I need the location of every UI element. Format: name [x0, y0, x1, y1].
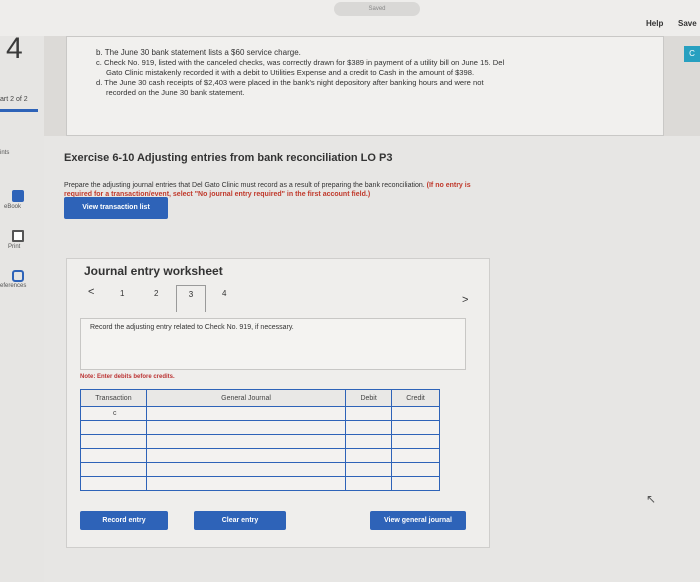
- view-transaction-list-button[interactable]: View transaction list: [64, 197, 168, 219]
- prev-page-button[interactable]: <: [88, 286, 94, 298]
- table-row: [80, 462, 440, 477]
- debit-cell[interactable]: [345, 448, 393, 463]
- scenario-item-c-cont: Gato Clinic mistakenly recorded it with …: [106, 68, 475, 77]
- question-number: 4: [6, 32, 23, 65]
- instruction-line-1: Prepare the adjusting journal entries th…: [64, 182, 471, 189]
- credit-cell[interactable]: [391, 462, 440, 477]
- credit-cell[interactable]: [391, 434, 440, 449]
- journal-table: Transaction General Journal Debit Credit…: [80, 389, 440, 491]
- record-instruction: Record the adjusting entry related to Ch…: [90, 324, 294, 331]
- table-row: c: [80, 406, 440, 421]
- help-link[interactable]: Help: [646, 19, 663, 28]
- account-cell[interactable]: [145, 434, 347, 449]
- table-row: [80, 448, 440, 463]
- top-bar: Saved Help Save: [0, 0, 700, 36]
- debit-credit-note: Note: Enter debits before credits.: [80, 374, 175, 380]
- debit-cell[interactable]: [345, 420, 393, 435]
- record-entry-button[interactable]: Record entry: [80, 511, 168, 530]
- header-general-journal: General Journal: [145, 389, 347, 407]
- mouse-cursor-icon: ↖: [646, 492, 657, 506]
- credit-cell[interactable]: [391, 406, 440, 421]
- book-icon[interactable]: [12, 190, 24, 202]
- table-row: [80, 476, 440, 491]
- transaction-cell[interactable]: [80, 476, 147, 491]
- table-row: [80, 420, 440, 435]
- transaction-cell[interactable]: [80, 434, 147, 449]
- account-cell[interactable]: [145, 406, 347, 421]
- transaction-cell[interactable]: [80, 448, 147, 463]
- page-2[interactable]: 2: [154, 289, 158, 298]
- scenario-item-d: d. The June 30 cash receipts of $2,403 w…: [96, 78, 484, 87]
- debit-cell[interactable]: [345, 434, 393, 449]
- account-cell[interactable]: [145, 448, 347, 463]
- ebook-label[interactable]: eBook: [4, 204, 21, 210]
- scenario-item-d-cont: recorded on the June 30 bank statement.: [106, 88, 245, 97]
- debit-cell[interactable]: [345, 406, 393, 421]
- header-credit: Credit: [391, 389, 440, 407]
- part-indicator[interactable]: art 2 of 2: [0, 96, 40, 103]
- header-transaction: Transaction: [80, 389, 147, 407]
- page-3-active[interactable]: 3: [176, 285, 206, 312]
- instruction-red-1: (If no entry is: [426, 182, 471, 189]
- scenario-item-b: b. The June 30 bank statement lists a $6…: [96, 48, 301, 57]
- references-label[interactable]: eferences: [0, 283, 26, 289]
- right-panel-tab-icon[interactable]: C: [684, 46, 700, 62]
- credit-cell[interactable]: [391, 476, 440, 491]
- header-debit: Debit: [345, 389, 393, 407]
- page-1[interactable]: 1: [120, 289, 124, 298]
- save-link[interactable]: Save: [678, 19, 697, 28]
- credit-cell[interactable]: [391, 448, 440, 463]
- debit-cell[interactable]: [345, 462, 393, 477]
- instruction-text: Prepare the adjusting journal entries th…: [64, 182, 425, 189]
- transaction-cell[interactable]: [80, 462, 147, 477]
- next-page-button[interactable]: >: [462, 294, 468, 306]
- clear-entry-button[interactable]: Clear entry: [194, 511, 286, 530]
- print-icon[interactable]: [12, 230, 24, 242]
- table-row: [80, 434, 440, 449]
- exercise-title: Exercise 6-10 Adjusting entries from ban…: [64, 152, 393, 164]
- worksheet-title: Journal entry worksheet: [84, 264, 223, 278]
- points-label: ints: [0, 150, 10, 156]
- view-general-journal-button[interactable]: View general journal: [370, 511, 466, 530]
- account-cell[interactable]: [145, 462, 347, 477]
- account-cell[interactable]: [145, 476, 347, 491]
- sidebar: [0, 36, 44, 582]
- transaction-cell[interactable]: [80, 420, 147, 435]
- part-underline: [0, 109, 38, 112]
- credit-cell[interactable]: [391, 420, 440, 435]
- scenario-item-c: c. Check No. 919, listed with the cancel…: [96, 58, 505, 67]
- print-label[interactable]: Print: [8, 244, 20, 250]
- page-4[interactable]: 4: [222, 289, 226, 298]
- saved-status: Saved: [334, 2, 420, 16]
- references-icon[interactable]: [12, 270, 24, 282]
- debit-cell[interactable]: [345, 476, 393, 491]
- account-cell[interactable]: [145, 420, 347, 435]
- transaction-cell[interactable]: c: [80, 406, 147, 421]
